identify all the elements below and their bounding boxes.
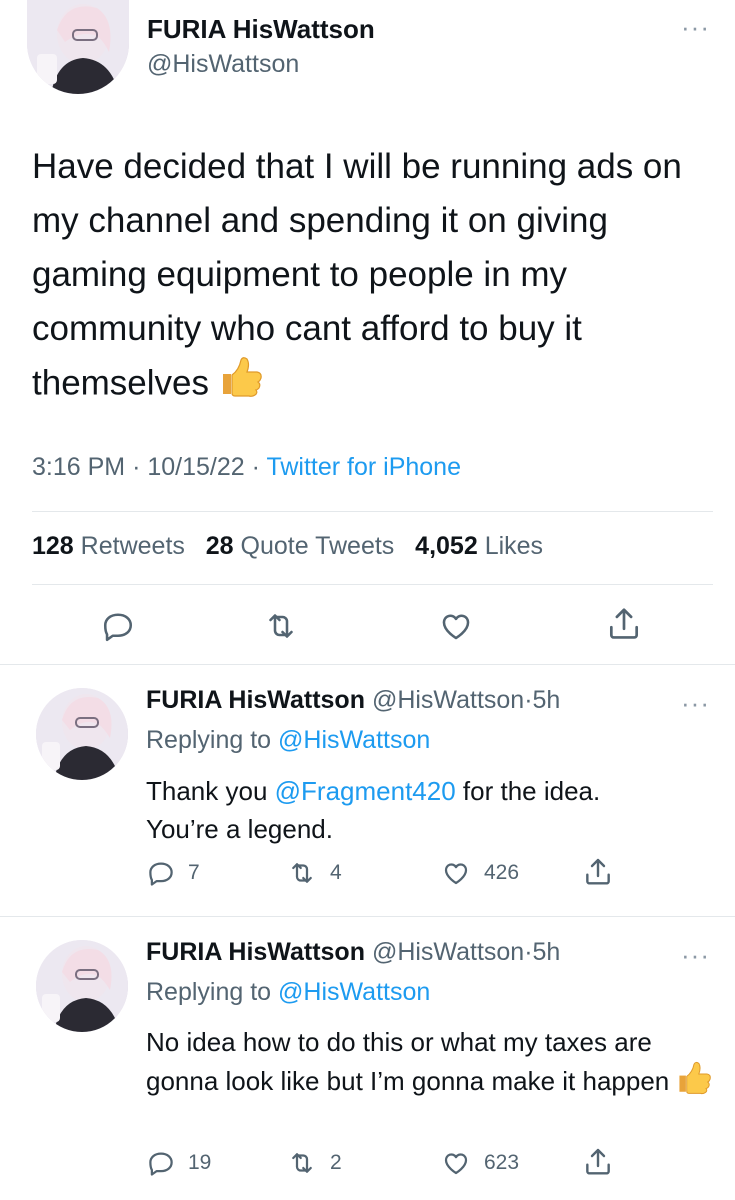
tweet-meta: 3:16 PM · 10/15/22 · Twitter for iPhone	[32, 453, 461, 482]
reply-icon	[149, 1152, 173, 1176]
share-button[interactable]	[582, 1145, 614, 1179]
reply-age[interactable]: 5h	[533, 938, 561, 966]
like-button[interactable]: 623	[440, 1148, 519, 1178]
retweet-icon	[292, 1153, 312, 1173]
tweet-date[interactable]: 10/15/22	[147, 453, 244, 481]
tweet-stats: 128 Retweets 28 Quote Tweets 4,052 Likes	[32, 532, 543, 561]
divider	[0, 664, 735, 665]
reply-icon	[103, 613, 133, 642]
divider	[0, 916, 735, 917]
reply-button[interactable]: 19	[146, 1148, 211, 1178]
replying-to: Replying to @HisWattson	[146, 726, 430, 755]
retweet-icon	[269, 614, 293, 638]
reply-text-line2: You’re a legend.	[146, 814, 333, 844]
thumbs-up-emoji	[219, 356, 263, 414]
avatar[interactable]	[27, 0, 129, 94]
reply-text-after: for the idea.	[462, 776, 601, 806]
divider	[32, 511, 713, 512]
reply-icon	[149, 862, 173, 886]
handle[interactable]: @HisWattson	[372, 686, 524, 714]
reply-body: No idea how to do this or what my taxes …	[146, 1027, 670, 1096]
meta-separator: ·	[524, 686, 533, 714]
avatar[interactable]	[36, 940, 128, 1032]
tweet-text: Have decided that I will be running ads …	[32, 140, 722, 414]
display-name[interactable]: FURIA HisWattson	[147, 14, 375, 45]
handle[interactable]: @HisWattson	[372, 938, 524, 966]
replying-prefix: Replying to	[146, 726, 272, 754]
avatar[interactable]	[36, 688, 128, 780]
likes-count: 4,052	[415, 532, 478, 560]
share-button[interactable]	[582, 855, 614, 889]
replying-to-handle[interactable]: @HisWattson	[278, 726, 430, 754]
reply-count: 7	[188, 861, 200, 884]
reply-button[interactable]: 7	[146, 858, 200, 888]
avatar-image	[36, 688, 128, 780]
like-button[interactable]	[437, 608, 475, 644]
replying-to: Replying to @HisWattson	[146, 978, 430, 1007]
like-count: 426	[484, 861, 520, 884]
retweets-stat[interactable]: 128 Retweets	[32, 532, 192, 560]
share-icon	[586, 1148, 610, 1175]
meta-separator: ·	[132, 453, 141, 481]
reply-count: 19	[188, 1151, 212, 1174]
reply-button[interactable]	[100, 608, 136, 644]
more-icon[interactable]: ···	[681, 14, 710, 40]
display-name[interactable]: FURIA HisWattson	[146, 938, 365, 966]
handle[interactable]: @HisWattson	[147, 50, 299, 79]
share-icon	[586, 858, 610, 885]
likes-label: Likes	[484, 532, 544, 560]
like-count: 623	[484, 1151, 520, 1174]
reply-text-before: Thank you	[146, 776, 268, 806]
meta-separator: ·	[524, 938, 533, 966]
reply-header: FURIA HisWattson @HisWattson·5h	[146, 686, 560, 715]
like-button[interactable]: 426	[440, 858, 519, 888]
retweet-button[interactable]: 2	[286, 1148, 342, 1178]
quotes-count: 28	[205, 532, 234, 560]
retweet-icon	[292, 863, 312, 883]
likes-stat[interactable]: 4,052 Likes	[415, 532, 543, 560]
divider	[32, 584, 713, 585]
meta-separator: ·	[251, 453, 260, 481]
replying-to-handle[interactable]: @HisWattson	[278, 978, 430, 1006]
replying-prefix: Replying to	[146, 978, 272, 1006]
avatar-image	[27, 0, 129, 94]
more-icon[interactable]: ···	[681, 690, 710, 716]
display-name[interactable]: FURIA HisWattson	[146, 686, 365, 714]
retweet-button[interactable]: 4	[286, 858, 342, 888]
quotes-stat[interactable]: 28 Quote Tweets	[206, 532, 402, 560]
tweet-source[interactable]: Twitter for iPhone	[266, 453, 461, 481]
tweet-body: Have decided that I will be running ads …	[32, 147, 682, 403]
reply-age[interactable]: 5h	[533, 686, 561, 714]
thumbs-up-emoji	[676, 1061, 712, 1105]
share-button[interactable]	[605, 604, 643, 644]
reply-text: Thank you @Fragment420 for the idea. You…	[146, 772, 716, 848]
like-icon	[444, 863, 468, 885]
retweets-count: 128	[32, 532, 74, 560]
retweet-count: 4	[330, 861, 342, 884]
more-icon[interactable]: ···	[681, 942, 710, 968]
like-icon	[442, 614, 470, 640]
share-icon	[609, 608, 639, 639]
reply-header: FURIA HisWattson @HisWattson·5h	[146, 938, 560, 967]
like-icon	[444, 1153, 468, 1175]
retweet-button[interactable]	[262, 608, 300, 644]
mention-link[interactable]: @Fragment420	[275, 776, 456, 806]
retweet-count: 2	[330, 1151, 342, 1174]
retweets-label: Retweets	[80, 532, 185, 560]
reply-text: No idea how to do this or what my taxes …	[146, 1023, 716, 1105]
avatar-image	[36, 940, 128, 1032]
quotes-label: Quote Tweets	[240, 532, 395, 560]
tweet-time[interactable]: 3:16 PM	[32, 453, 125, 481]
